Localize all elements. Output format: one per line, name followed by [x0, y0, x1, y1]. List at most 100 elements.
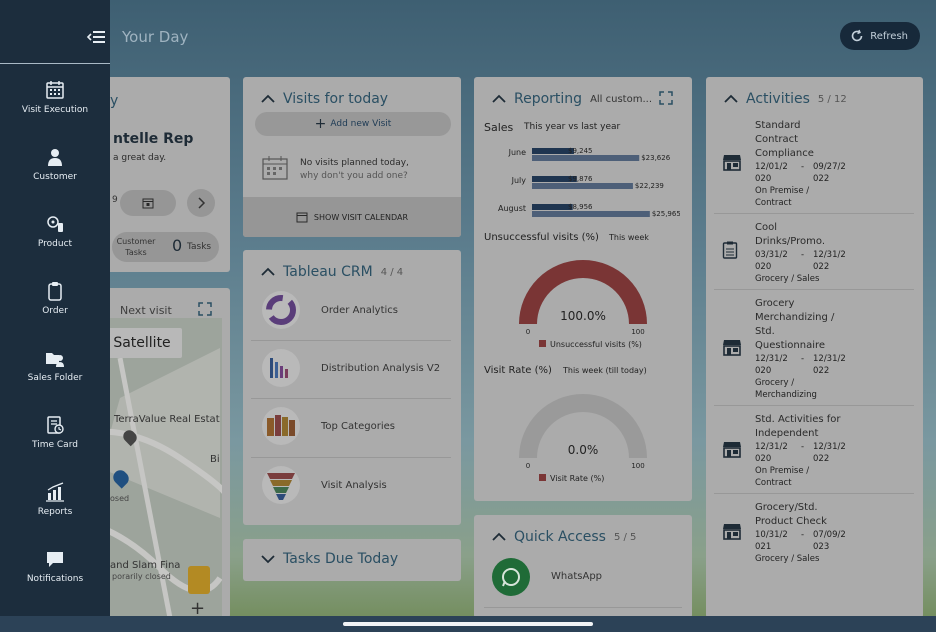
visits-title: Visits for today [283, 91, 389, 107]
tasks-label: Tasks [187, 242, 212, 252]
activity-date: 022 [813, 174, 830, 184]
chevron-up-icon [492, 532, 506, 541]
tableau-item[interactable]: Distribution Analysis V2 [251, 342, 451, 397]
rep-name: ntelle Rep [113, 131, 194, 147]
activity-date: 12/31/2 [813, 442, 846, 452]
visit-rate-gauge: 0.0% 0 100 Visit Rate (%) [519, 394, 647, 483]
activity-title-line: Contract [755, 134, 799, 145]
activity-date: 10/31/2 [755, 530, 788, 540]
sidebar-item-product[interactable]: Product [0, 214, 110, 274]
sales-bar [532, 204, 573, 210]
sidebar-item-time-card[interactable]: Time Card [0, 415, 110, 475]
activity-title-line: Independent [755, 428, 819, 439]
sidebar-item-notifications[interactable]: Notifications [0, 549, 110, 609]
activity-date: 020 [755, 366, 772, 376]
sidebar-divider [0, 63, 110, 64]
map-label: porarily closed [112, 572, 171, 581]
activity-item[interactable]: Cool Drinks/Promo. 03/31/2 -12/31/2 020 022 Gr… [714, 217, 914, 289]
funnel-icon [262, 466, 300, 504]
activity-item[interactable]: Grocery Merchandizing / Std. Questionnaire 1… [714, 293, 914, 405]
activity-item[interactable]: Std. Activities for Independent 12/31/2-12… [714, 409, 914, 493]
legend-swatch [539, 474, 546, 481]
show-visit-calendar-button[interactable]: SHOW VISIT CALENDAR [243, 197, 461, 237]
greeting-text: a great day. [113, 153, 167, 163]
date-spacer [801, 365, 813, 377]
sidebar-item-order[interactable]: Order [0, 281, 110, 341]
chevron-up-icon [261, 94, 275, 103]
refresh-button[interactable]: Refresh [840, 22, 920, 50]
collapse-menu-button[interactable] [86, 28, 108, 46]
tasks-summary[interactable]: Customer Tasks 0 Tasks [112, 232, 219, 262]
top-categories-icon [262, 407, 300, 445]
visit-rate-period: This week (till today) [563, 366, 647, 375]
page-title: Your Day [122, 28, 189, 46]
quick-access-item[interactable]: WhatsApp [484, 555, 682, 599]
gauge-value-label: 100.0% [560, 309, 606, 323]
quick-access-card: Quick Access 5 / 5 WhatsApp [474, 515, 692, 618]
map-label: and Slam Fina [110, 560, 181, 571]
chevron-right-icon [198, 197, 206, 209]
reporting-card: Reporting All custom... Sales This year … [474, 77, 692, 501]
activity-dates: 03/31/2 -12/31/2 020 022 [755, 249, 910, 273]
expand-icon[interactable] [198, 302, 212, 316]
tasks-due-title: Tasks Due Today [283, 551, 399, 567]
activity-title-line: Grocery [755, 298, 795, 309]
pegman-icon[interactable] [188, 566, 210, 594]
activity-item[interactable]: Standard Contract Compliance 12/01/2 -09/27/… [714, 115, 914, 213]
tableau-item[interactable]: Top Categories [251, 400, 451, 455]
activity-date: 022 [813, 454, 830, 464]
sidebar-item-label: Visit Execution [21, 105, 89, 115]
expand-icon[interactable] [659, 91, 673, 105]
sidebar-item-reports[interactable]: Reports [0, 482, 110, 542]
tasks-due-header[interactable]: Tasks Due Today [261, 551, 398, 567]
activity-title-line: Merchandizing / [755, 312, 835, 323]
top-bar: Your Day Refresh [110, 0, 936, 76]
sales-bar [532, 211, 650, 217]
tasks-due-card[interactable]: Tasks Due Today [243, 539, 461, 581]
donut-chart-icon [262, 291, 300, 329]
sidebar-item-label: Order [42, 306, 68, 316]
quick-access-header[interactable]: Quick Access 5 / 5 [492, 529, 636, 545]
tableau-item[interactable]: Order Analytics [251, 284, 451, 339]
visits-header[interactable]: Visits for today [261, 91, 388, 107]
activity-date: 020 [755, 174, 772, 184]
sidebar-item-sales-folder[interactable]: Sales Folder [0, 348, 110, 408]
add-visit-button[interactable]: + Add new Visit [255, 112, 451, 136]
tableau-item-label: Visit Analysis [321, 480, 387, 491]
sidebar: Visit Execution Customer Product Order S… [0, 0, 110, 632]
home-indicator[interactable] [343, 622, 593, 626]
calendar-button[interactable] [120, 190, 176, 216]
data-label: $8,956 [568, 203, 593, 211]
tableau-header[interactable]: Tableau CRM 4 / 4 [261, 264, 403, 280]
activity-category-line: On Premise / [755, 466, 810, 476]
sales-bar [532, 183, 633, 189]
time-card-icon [47, 416, 64, 434]
tableau-item[interactable]: Visit Analysis [251, 459, 451, 514]
zoom-in-icon[interactable]: + [190, 598, 205, 618]
store-icon [722, 521, 742, 545]
activity-category-line: Grocery / Sales [755, 554, 820, 564]
no-visits-text: No visits planned today, [300, 158, 409, 168]
legend-swatch [539, 340, 546, 347]
activity-date: 12/31/2 [755, 442, 788, 452]
sidebar-item-label: Notifications [26, 574, 84, 584]
activity-divider [714, 289, 914, 290]
tableau-item-label: Distribution Analysis V2 [321, 363, 441, 374]
calendar-icon [296, 212, 308, 223]
next-day-button[interactable] [187, 189, 215, 217]
activity-item[interactable]: Grocery/Std. Product Check 10/31/2 -07/09/2… [714, 497, 914, 569]
satellite-toggle[interactable]: Satellite [102, 328, 182, 358]
sales-folder-icon [46, 353, 64, 367]
activities-header[interactable]: Activities 5 / 12 [724, 91, 847, 107]
activity-date: 12/01/2 [755, 162, 788, 172]
gauge-min-label: 0 [526, 462, 530, 470]
sidebar-item-customer[interactable]: Customer [0, 147, 110, 207]
show-visit-calendar-label: SHOW VISIT CALENDAR [313, 212, 409, 222]
collapse-menu-icon [86, 31, 105, 43]
reporting-header[interactable]: Reporting All custom... [492, 91, 652, 107]
calendar-grid-icon [46, 81, 64, 99]
sidebar-item-visit-execution[interactable]: Visit Execution [0, 80, 110, 140]
tableau-item-label: Top Categories [321, 421, 395, 432]
activity-title-line: Grocery/Std. [755, 502, 818, 513]
activities-title: Activities [746, 91, 810, 107]
